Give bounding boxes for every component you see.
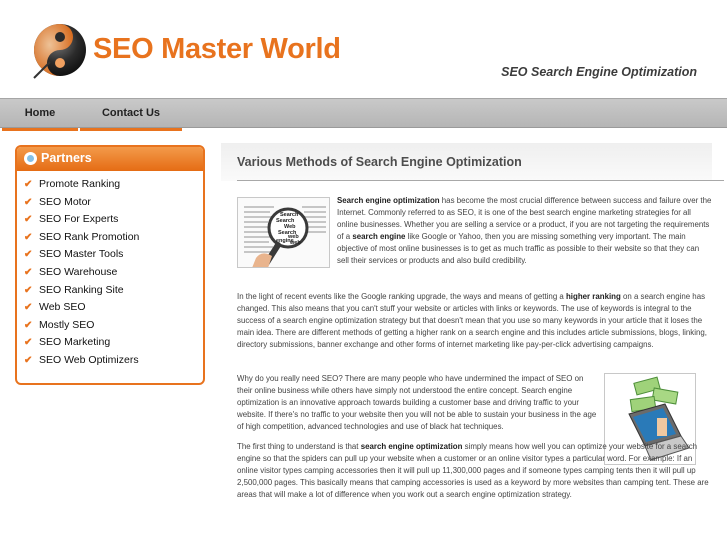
- partners-heading: Partners: [17, 147, 203, 171]
- partner-link[interactable]: ✔ Mostly SEO: [17, 317, 203, 335]
- partner-link-label[interactable]: SEO Master Tools: [39, 248, 123, 260]
- partner-link[interactable]: ✔ SEO Ranking Site: [17, 282, 203, 300]
- paragraph-text: The first thing to understand is that: [237, 442, 361, 451]
- logo-icon[interactable]: [30, 22, 88, 80]
- partner-link-label[interactable]: SEO Rank Promotion: [39, 231, 139, 243]
- checkmark-icon: ✔: [24, 319, 33, 331]
- checkmark-icon: ✔: [24, 196, 33, 208]
- checkmark-icon: ✔: [24, 231, 33, 243]
- partner-link[interactable]: ✔ SEO Rank Promotion: [17, 229, 203, 247]
- partner-link-label[interactable]: Web SEO: [39, 301, 86, 313]
- checkmark-icon: ✔: [24, 302, 33, 314]
- keyword-highlight: search engine: [352, 231, 406, 241]
- keyword-highlight: search engine optimization: [360, 442, 463, 451]
- partner-link-label[interactable]: Mostly SEO: [39, 319, 94, 331]
- partners-box: Partners ✔ Promote Ranking ✔ SEO Motor ✔ SE…: [15, 145, 205, 385]
- magnifier-word: web: [289, 240, 301, 246]
- checkmark-icon: ✔: [24, 249, 33, 261]
- checkmark-icon: ✔: [24, 354, 33, 366]
- partner-link[interactable]: ✔ SEO Warehouse: [17, 264, 203, 282]
- checkmark-icon: ✔: [24, 337, 33, 349]
- partner-link-label[interactable]: SEO Web Optimizers: [39, 354, 139, 366]
- site-tagline: SEO Search Engine Optimization: [501, 65, 697, 79]
- partner-link-label[interactable]: SEO Marketing: [39, 336, 110, 348]
- partner-link-label[interactable]: SEO Motor: [39, 196, 91, 208]
- partner-link-label[interactable]: SEO Ranking Site: [39, 284, 124, 296]
- magnifier-icon: Search Search Web Search web engine web: [238, 198, 329, 267]
- article-paragraph: Why do you really need SEO? There are ma…: [237, 374, 597, 431]
- checkmark-icon: ✔: [24, 179, 33, 190]
- partners-heading-label: Partners: [41, 151, 92, 165]
- partner-link-label[interactable]: SEO Warehouse: [39, 266, 117, 278]
- article-paragraph: The first thing to understand is that se…: [237, 441, 712, 501]
- partner-link[interactable]: ✔ SEO Motor: [17, 194, 203, 212]
- partner-link-label[interactable]: SEO For Experts: [39, 213, 118, 225]
- partner-link[interactable]: ✔ Promote Ranking: [17, 176, 203, 194]
- bullet-circle-icon: [24, 152, 37, 165]
- article-paragraph: In the light of recent events like the G…: [237, 291, 712, 351]
- partner-link[interactable]: ✔ Web SEO: [17, 299, 203, 317]
- nav-bar: Home Contact Us: [0, 98, 727, 131]
- nav-item-home[interactable]: Home: [2, 99, 78, 131]
- site-title[interactable]: SEO Master World: [93, 33, 341, 66]
- keyword-highlight: Search engine optimization: [337, 196, 440, 205]
- seo-magnifier-image: Search Search Web Search web engine web: [237, 197, 330, 268]
- partner-link-label[interactable]: Promote Ranking: [39, 178, 120, 190]
- partner-link[interactable]: ✔ SEO Marketing: [17, 334, 203, 352]
- paragraph-text: In the light of recent events like the G…: [237, 292, 566, 301]
- partner-link[interactable]: ✔ SEO Master Tools: [17, 246, 203, 264]
- article-title: Various Methods of Search Engine Optimiz…: [237, 155, 522, 169]
- partner-link[interactable]: ✔ SEO Web Optimizers: [17, 352, 203, 370]
- partner-link[interactable]: ✔ SEO For Experts: [17, 211, 203, 229]
- checkmark-icon: ✔: [24, 214, 33, 226]
- main-content: Various Methods of Search Engine Optimiz…: [221, 143, 724, 545]
- article-title-bar: Various Methods of Search Engine Optimiz…: [221, 143, 712, 181]
- checkmark-icon: ✔: [24, 284, 33, 296]
- partner-list: ✔ Promote Ranking ✔ SEO Motor ✔ SEO For Exp…: [17, 171, 203, 370]
- keyword-highlight: higher ranking: [565, 292, 621, 301]
- site-header: SEO Master World SEO Search Engine Optim…: [0, 0, 727, 98]
- title-divider: [237, 180, 724, 181]
- article-paragraph: Search engine optimization has become th…: [337, 195, 712, 266]
- checkmark-icon: ✔: [24, 266, 33, 278]
- nav-item-contact-us[interactable]: Contact Us: [80, 99, 182, 131]
